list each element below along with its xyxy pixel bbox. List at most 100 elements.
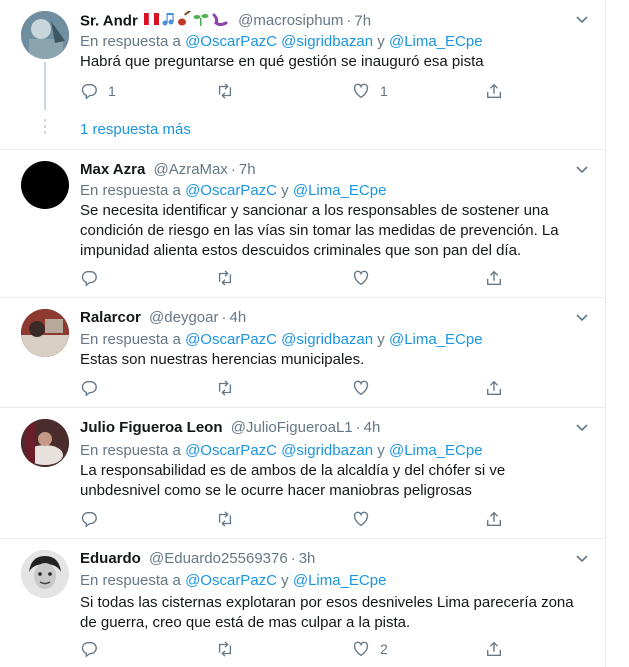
reply-button[interactable]: 1 bbox=[80, 81, 116, 101]
user-handle[interactable]: @Eduardo25569376 bbox=[149, 550, 288, 567]
share-button[interactable] bbox=[485, 378, 503, 398]
tweet-text: Estas son nuestras herencias municipales… bbox=[80, 351, 365, 368]
like-count: 2 bbox=[380, 641, 388, 657]
retweet-button[interactable] bbox=[216, 639, 244, 659]
display-name[interactable]: Eduardo bbox=[80, 550, 141, 567]
tweet-actions: 1 1 bbox=[80, 81, 510, 101]
tweet-header: Sr. Andr @macrosiphum · 7h bbox=[80, 9, 371, 32]
chevron-down-icon[interactable] bbox=[575, 12, 589, 26]
mention-link[interactable]: @Lima_ECpe bbox=[389, 33, 483, 50]
retweet-button[interactable] bbox=[216, 378, 244, 398]
replies-feed: Sr. Andr @macrosiphum · 7h En respuesta a … bbox=[0, 0, 606, 667]
seedling-icon bbox=[193, 14, 209, 26]
reply-context: En respuesta a @OscarPazC @sigridbazan y… bbox=[80, 442, 483, 459]
avatar[interactable] bbox=[21, 550, 69, 598]
reply-button[interactable] bbox=[80, 639, 108, 659]
chevron-down-icon[interactable] bbox=[575, 420, 589, 434]
display-name[interactable]: Julio Figueroa Leon bbox=[80, 419, 223, 436]
tweet[interactable]: Max Azra @AzraMax · 7h En respuesta a @Osc… bbox=[0, 150, 605, 298]
mention-link[interactable]: @Lima_ECpe bbox=[293, 572, 387, 589]
like-count: 1 bbox=[380, 83, 388, 99]
share-icon bbox=[487, 270, 501, 285]
mention-link[interactable]: @OscarPazC bbox=[185, 442, 277, 459]
retweet-icon bbox=[218, 83, 232, 99]
tweet[interactable]: Eduardo @Eduardo25569376 · 3h En respuesta… bbox=[0, 539, 605, 667]
timestamp[interactable]: 3h bbox=[299, 550, 316, 567]
retweet-button[interactable] bbox=[216, 268, 244, 288]
reply-context: En respuesta a @OscarPazC @sigridbazan y… bbox=[80, 331, 483, 348]
reply-icon bbox=[81, 381, 97, 397]
like-button[interactable]: 2 bbox=[352, 639, 388, 659]
mention-link[interactable]: @OscarPazC bbox=[185, 572, 277, 589]
display-name[interactable]: Max Azra bbox=[80, 161, 145, 178]
like-button[interactable]: 1 bbox=[352, 81, 388, 101]
thread-line bbox=[44, 62, 46, 110]
tweet[interactable]: Julio Figueroa Leon @JulioFigueroaL1 · 4h … bbox=[0, 408, 605, 539]
user-handle[interactable]: @JulioFigueroaL1 bbox=[231, 419, 353, 436]
heart-icon bbox=[353, 380, 369, 396]
more-replies-link[interactable]: 1 respuesta más bbox=[80, 121, 191, 138]
reply-button[interactable] bbox=[80, 268, 108, 288]
heart-icon bbox=[353, 83, 369, 99]
mention-link[interactable]: @sigridbazan bbox=[281, 33, 373, 50]
reply-button[interactable] bbox=[80, 378, 108, 398]
avatar[interactable] bbox=[21, 309, 69, 357]
user-handle[interactable]: @deygoar bbox=[149, 309, 218, 326]
mention-link[interactable]: @Lima_ECpe bbox=[389, 442, 483, 459]
guitar-icon bbox=[177, 9, 191, 26]
timestamp[interactable]: 7h bbox=[239, 161, 256, 178]
share-icon bbox=[487, 83, 501, 98]
share-icon bbox=[487, 511, 501, 526]
user-handle[interactable]: @AzraMax bbox=[153, 161, 227, 178]
reply-icon bbox=[81, 84, 97, 100]
mention-link[interactable]: @sigridbazan bbox=[281, 442, 373, 459]
user-handle[interactable]: @macrosiphum bbox=[238, 12, 343, 29]
thread-dots bbox=[44, 119, 46, 137]
chevron-down-icon[interactable] bbox=[575, 162, 589, 176]
chevron-down-icon[interactable] bbox=[575, 310, 589, 324]
tweet-text: Habrá que preguntarse en qué gestión se … bbox=[80, 53, 484, 70]
retweet-button[interactable] bbox=[216, 509, 244, 529]
like-button[interactable] bbox=[352, 378, 380, 398]
share-button[interactable] bbox=[485, 509, 503, 529]
mention-link[interactable]: @OscarPazC bbox=[185, 182, 277, 199]
timestamp[interactable]: 7h bbox=[354, 12, 371, 29]
reply-button[interactable] bbox=[80, 509, 108, 529]
chevron-down-icon[interactable] bbox=[575, 551, 589, 565]
reply-context: En respuesta a @OscarPazC @sigridbazan y… bbox=[80, 33, 483, 50]
like-button[interactable] bbox=[352, 268, 380, 288]
display-name[interactable]: Sr. Andr bbox=[80, 12, 138, 29]
share-button[interactable] bbox=[485, 81, 503, 101]
tweet-text: Se necesita identificar y sancionar a lo… bbox=[80, 202, 559, 259]
timestamp[interactable]: 4h bbox=[364, 419, 381, 436]
timestamp[interactable]: 4h bbox=[229, 309, 246, 326]
avatar[interactable] bbox=[21, 419, 69, 467]
mention-link[interactable]: @OscarPazC bbox=[185, 33, 277, 50]
avatar[interactable] bbox=[21, 161, 69, 209]
share-icon bbox=[487, 641, 501, 656]
tweet-actions: 2 bbox=[80, 639, 510, 659]
tweet[interactable]: Sr. Andr @macrosiphum · 7h En respuesta a … bbox=[0, 0, 605, 150]
mention-link[interactable]: @OscarPazC bbox=[185, 331, 277, 348]
peru-flag-icon bbox=[143, 12, 159, 26]
avatar[interactable] bbox=[21, 11, 69, 59]
reply-icon bbox=[81, 271, 97, 287]
retweet-icon bbox=[218, 380, 232, 396]
like-button[interactable] bbox=[352, 509, 380, 529]
mention-link[interactable]: @Lima_ECpe bbox=[389, 331, 483, 348]
retweet-icon bbox=[218, 511, 232, 527]
tweet[interactable]: Ralarcor @deygoar · 4h En respuesta a @Osc… bbox=[0, 298, 605, 408]
mention-link[interactable]: @sigridbazan bbox=[281, 331, 373, 348]
retweet-button[interactable] bbox=[216, 81, 244, 101]
reply-icon bbox=[81, 642, 97, 658]
share-icon bbox=[487, 380, 501, 395]
display-name[interactable]: Ralarcor bbox=[80, 309, 141, 326]
tweet-header: Julio Figueroa Leon @JulioFigueroaL1 · 4h bbox=[80, 419, 381, 436]
retweet-icon bbox=[218, 270, 232, 286]
name-emojis bbox=[143, 9, 230, 32]
mention-link[interactable]: @Lima_ECpe bbox=[293, 182, 387, 199]
share-button[interactable] bbox=[485, 639, 503, 659]
tweet-actions bbox=[80, 268, 510, 288]
tweet-header: Eduardo @Eduardo25569376 · 3h bbox=[80, 550, 316, 567]
share-button[interactable] bbox=[485, 268, 503, 288]
